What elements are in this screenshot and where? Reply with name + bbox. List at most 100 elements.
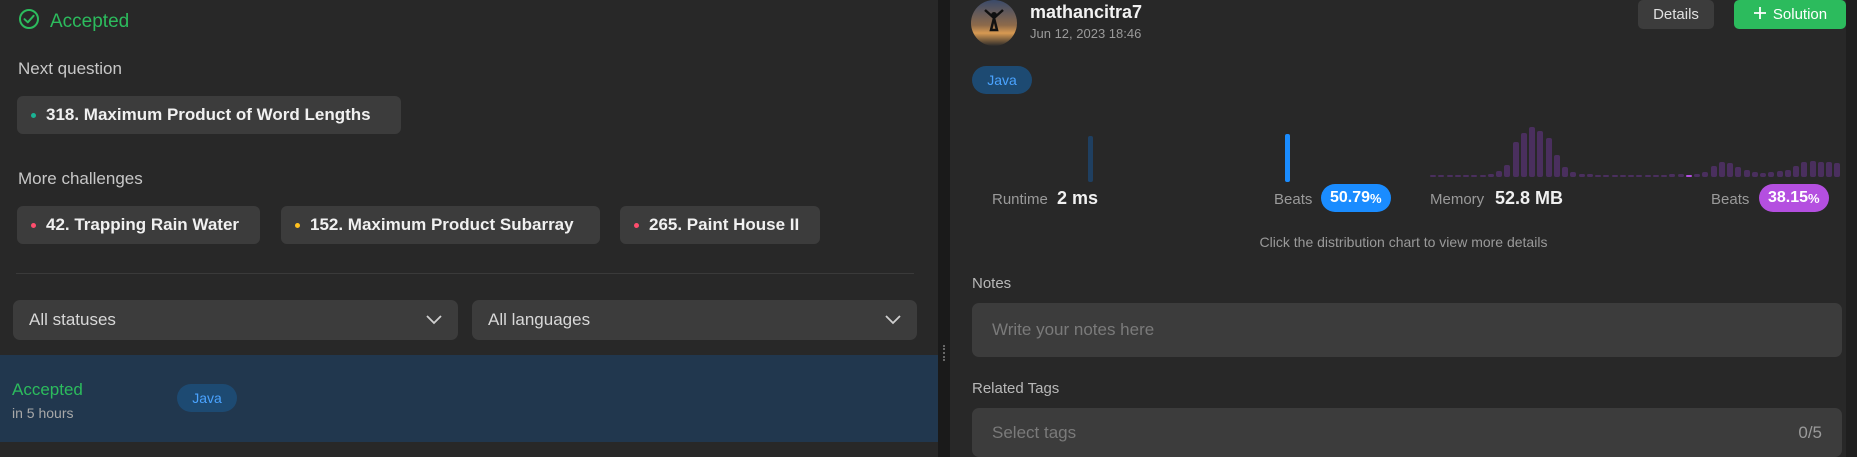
runtime-bar[interactable] — [1088, 136, 1093, 182]
challenge-chip[interactable]: 265. Paint House II — [620, 206, 820, 244]
memory-bar[interactable] — [1743, 169, 1750, 177]
memory-beats-badge: 38.15% — [1759, 184, 1829, 212]
next-question-chip[interactable]: 318. Maximum Product of Word Lengths — [17, 96, 401, 134]
percent-sign: % — [1808, 190, 1820, 206]
memory-bar[interactable] — [1479, 174, 1486, 177]
memory-bar[interactable] — [1793, 166, 1799, 177]
memory-bar[interactable] — [1595, 174, 1601, 177]
tags-select[interactable]: Select tags 0/5 — [972, 408, 1842, 457]
memory-bar[interactable] — [1826, 162, 1832, 177]
memory-bar[interactable] — [1817, 162, 1824, 177]
memory-bar[interactable] — [1652, 174, 1659, 177]
username[interactable]: mathancitra7 — [1030, 2, 1142, 23]
memory-bar[interactable] — [1512, 142, 1519, 177]
memory-bar[interactable] — [1496, 171, 1502, 177]
memory-bar[interactable] — [1570, 172, 1577, 177]
memory-bar[interactable] — [1685, 174, 1692, 177]
difficulty-dot — [634, 222, 639, 228]
runtime-label: Runtime — [992, 191, 1048, 208]
submission-language-badge: Java — [177, 384, 237, 412]
memory-bar[interactable] — [1768, 172, 1775, 177]
percent-sign: % — [1370, 190, 1382, 206]
memory-bar[interactable] — [1669, 174, 1676, 177]
details-button[interactable]: Details — [1638, 0, 1714, 29]
submission-date: Jun 12, 2023 18:46 — [1030, 26, 1142, 41]
difficulty-dot — [31, 222, 36, 228]
runtime-beats-value: 50.79 — [1330, 189, 1371, 206]
memory-bar[interactable] — [1702, 172, 1709, 177]
memory-bar[interactable] — [1586, 174, 1593, 177]
language-badge: Java — [972, 66, 1032, 94]
challenge-title: 42. Trapping Rain Water — [46, 215, 240, 234]
memory-bar[interactable] — [1471, 175, 1478, 177]
memory-bar[interactable] — [1784, 169, 1791, 177]
submission-time: in 5 hours — [12, 405, 74, 421]
memory-bar[interactable] — [1735, 167, 1742, 177]
avatar[interactable] — [971, 0, 1017, 46]
runtime-beats-badge: 50.79% — [1321, 184, 1391, 212]
memory-bar[interactable] — [1694, 174, 1700, 177]
submission-row[interactable]: Accepted in 5 hours Java — [0, 355, 938, 442]
status-filter-value: All statuses — [29, 310, 116, 329]
memory-bar[interactable] — [1809, 160, 1816, 177]
tags-count: 0/5 — [1798, 422, 1822, 442]
memory-bar[interactable] — [1628, 174, 1634, 177]
memory-bar[interactable] — [1619, 175, 1626, 177]
challenge-chip[interactable]: 42. Trapping Rain Water — [17, 206, 260, 244]
memory-bar[interactable] — [1446, 175, 1453, 177]
next-question-title: 318. Maximum Product of Word Lengths — [46, 105, 371, 124]
memory-bar[interactable] — [1562, 167, 1568, 177]
status-filter-select[interactable]: All statuses — [13, 300, 458, 340]
memory-bar[interactable] — [1611, 174, 1618, 177]
memory-bar[interactable] — [1463, 175, 1469, 177]
memory-bar[interactable] — [1430, 175, 1436, 177]
memory-bar[interactable] — [1801, 162, 1808, 177]
language-filter-select[interactable]: All languages — [472, 300, 917, 340]
memory-bar[interactable] — [1776, 171, 1783, 177]
memory-bar[interactable] — [1760, 173, 1766, 177]
memory-bar[interactable] — [1644, 174, 1651, 177]
drag-handle-icon[interactable] — [943, 345, 945, 361]
next-question-label: Next question — [18, 59, 122, 78]
chevron-down-icon — [426, 310, 442, 330]
runtime-value: 2 ms — [1057, 188, 1099, 208]
panel-resizer[interactable] — [938, 0, 950, 457]
memory-bar[interactable] — [1438, 175, 1445, 177]
check-circle-icon — [18, 8, 40, 35]
result-panel: Accepted Next question 318. Maximum Prod… — [0, 0, 938, 457]
memory-beats-value: 38.15 — [1768, 189, 1809, 206]
memory-bar[interactable] — [1520, 133, 1527, 177]
memory-bar[interactable] — [1677, 174, 1684, 177]
memory-bar[interactable] — [1553, 154, 1560, 177]
memory-bar[interactable] — [1454, 175, 1461, 177]
scrollbar[interactable] — [1846, 0, 1857, 457]
notes-label: Notes — [972, 275, 1012, 292]
memory-bar[interactable] — [1636, 174, 1643, 177]
notes-placeholder: Write your notes here — [992, 320, 1155, 339]
chevron-down-icon — [885, 310, 901, 330]
memory-bar[interactable] — [1727, 163, 1733, 177]
accepted-title: Accepted — [50, 10, 130, 32]
related-tags-label: Related Tags — [972, 380, 1060, 397]
memory-bar[interactable] — [1487, 173, 1494, 177]
challenge-chip[interactable]: 152. Maximum Product Subarray — [281, 206, 600, 244]
runtime-bar[interactable] — [1285, 134, 1290, 182]
memory-bar[interactable] — [1834, 163, 1841, 177]
memory-bar[interactable] — [1661, 174, 1667, 177]
notes-input[interactable]: Write your notes here — [972, 303, 1842, 357]
memory-bar[interactable] — [1504, 164, 1511, 177]
memory-bar[interactable] — [1578, 173, 1585, 177]
memory-bar[interactable] — [1603, 174, 1610, 177]
memory-bar[interactable] — [1545, 138, 1552, 177]
submission-detail-panel: mathancitra7 Jun 12, 2023 18:46 Details … — [950, 0, 1857, 457]
solution-button[interactable]: Solution — [1734, 0, 1846, 29]
memory-bar[interactable] — [1718, 162, 1725, 177]
memory-bar[interactable] — [1529, 127, 1535, 177]
submission-status: Accepted — [12, 380, 83, 399]
memory-bar[interactable] — [1537, 131, 1544, 177]
memory-bar[interactable] — [1751, 172, 1758, 177]
memory-bar[interactable] — [1710, 166, 1717, 177]
difficulty-dot — [295, 222, 300, 228]
challenge-title: 152. Maximum Product Subarray — [310, 215, 574, 234]
distribution-hint: Click the distribution chart to view mor… — [1259, 234, 1548, 250]
